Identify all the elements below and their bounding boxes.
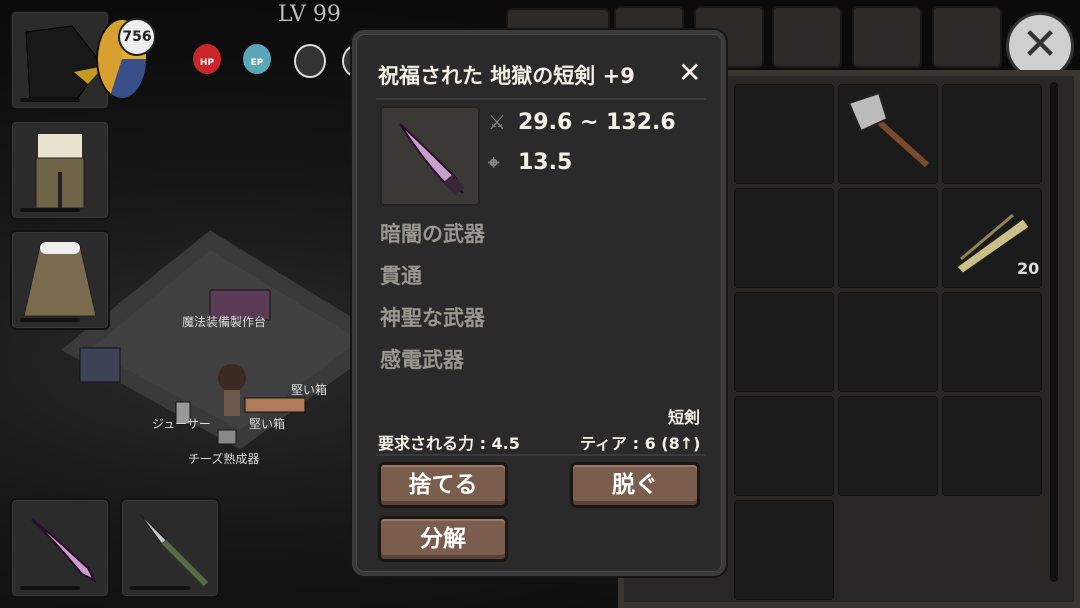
cheese-icon [217,429,237,445]
coin-count: 756 [118,18,156,56]
disassemble-button[interactable]: 分解 [378,516,508,562]
status-orb [294,44,326,78]
item-count: 20 [1017,259,1040,278]
trait-label: 感電武器 [380,348,464,372]
accuracy-value: 13.5 [518,150,573,175]
divider [376,454,706,456]
inventory-cell[interactable] [734,396,834,496]
weapon-slot-2[interactable] [120,498,220,598]
map-label: ジューサー [152,417,211,431]
item-title: 祝福された 地獄の短剣 +9 [378,64,635,88]
box-icon [244,397,306,413]
cloak-icon [23,242,97,317]
inventory-cell[interactable] [734,500,834,600]
divider [376,98,706,100]
overalls-icon [35,134,85,209]
inventory-cell[interactable] [734,292,834,392]
inventory-cell[interactable]: 20 [942,188,1042,288]
axe-icon [847,91,930,168]
damage-value: 29.6 ~ 132.6 [518,110,676,135]
inventory-scrollbar[interactable] [1050,82,1058,582]
dagger-icon [399,123,465,196]
table-icon [79,347,121,383]
inventory-cell[interactable] [734,188,834,288]
inventory-cell[interactable] [942,84,1042,184]
character-icon [218,364,246,392]
weapon-type: 短剣 [668,408,701,427]
trait-label: 神聖な武器 [380,306,485,330]
unequip-button[interactable]: 脱ぐ [570,462,700,508]
inventory-cell[interactable] [838,396,938,496]
close-modal-button[interactable]: ✕ [678,56,701,89]
map-label: 堅い箱 [249,417,286,431]
armor-slot[interactable] [10,120,110,220]
trait-label: 貫通 [380,264,422,288]
weapon-slot-1[interactable] [10,498,110,598]
inventory-cell[interactable] [838,84,938,184]
inventory-cell[interactable] [734,84,834,184]
tier-label: ティア : 6 (8↑) [580,434,701,453]
map-label: 魔法装備製作台 [182,315,267,329]
inventory-cell[interactable] [942,396,1042,496]
tab-bag-pink[interactable] [772,6,842,68]
inventory-cell[interactable] [838,188,938,288]
item-detail-modal: 祝福された 地獄の短剣 +9 ✕ ⚔ 29.6 ~ 132.6 ⌖ 13.5 暗闇の… [352,30,726,576]
damage-stat: ⚔ 29.6 ~ 132.6 [488,110,676,135]
spear-icon [139,513,209,587]
hood-icon [25,25,104,99]
level-label: LV 99 [278,2,341,27]
tab-bag-satchel[interactable] [852,6,922,68]
trait-label: 暗闇の武器 [380,222,485,246]
dagger-icon [31,519,97,583]
tab-bag-dark[interactable] [932,6,1002,68]
crosshair-icon: ⌖ [488,150,500,174]
strength-requirement: 要求される力 : 4.5 [378,434,520,453]
map-label: 堅い箱 [291,383,328,397]
accuracy-stat: ⌖ 13.5 [488,150,572,175]
hp-orb: HP [193,44,221,74]
helmet-slot[interactable] [10,10,110,110]
inventory-cell[interactable] [838,292,938,392]
ep-orb: EP [243,44,271,74]
map-label: チーズ熟成器 [188,452,260,466]
cape-slot[interactable] [10,230,110,330]
inventory-cell[interactable] [942,292,1042,392]
crossed-swords-icon: ⚔ [488,110,506,134]
discard-button[interactable]: 捨てる [378,462,508,508]
item-image [380,106,480,206]
